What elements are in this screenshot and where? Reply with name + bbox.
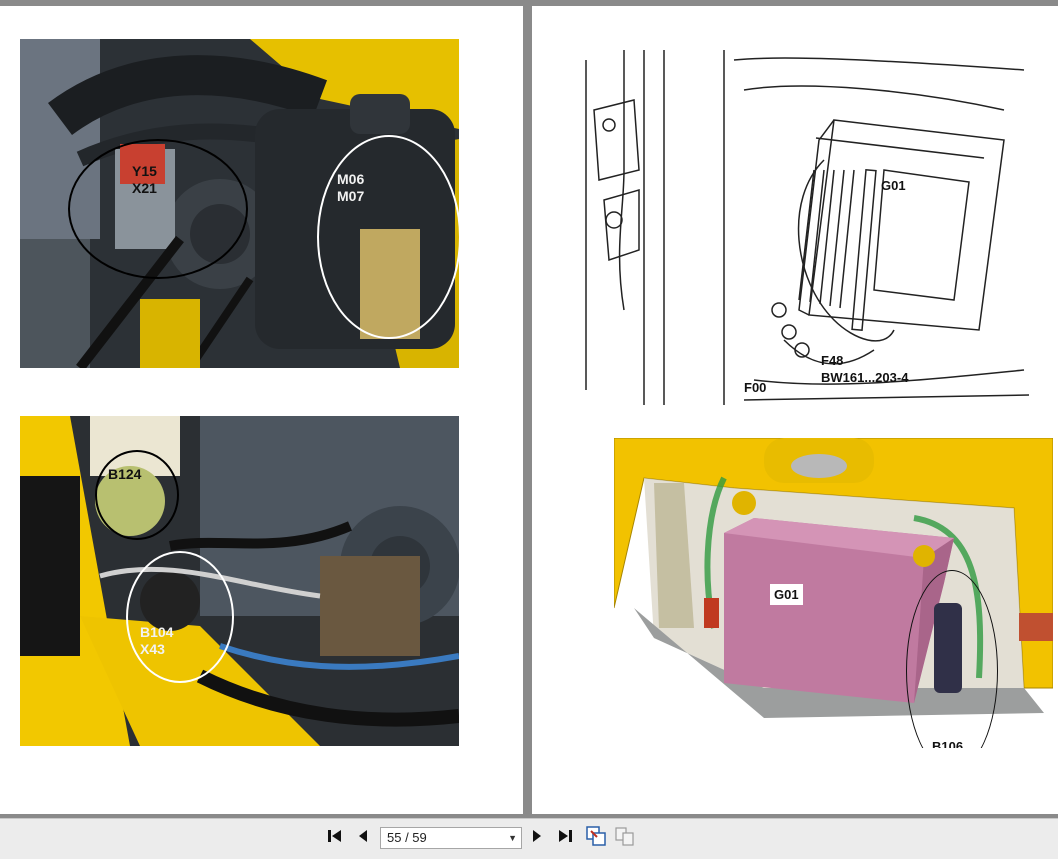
- first-page-button[interactable]: [324, 827, 346, 849]
- callout-label-b124: B124: [108, 466, 142, 482]
- callout-label-y15-x21: Y15 X21: [132, 163, 157, 196]
- left-document-page: Y15 X21 M06 M07 B124 B104 X43: [0, 6, 523, 814]
- drawing-label-f00: F00: [744, 380, 767, 395]
- battery-line-drawing: G01 F48 BW161...203-4 F00: [584, 50, 1029, 405]
- next-page-icon: [531, 829, 543, 848]
- drawing-label-g01: G01: [881, 178, 906, 193]
- fit-page-button[interactable]: [585, 825, 607, 852]
- page-indicator: 55 / 59: [387, 830, 427, 845]
- engine-photo-bottom: B124 B104 X43: [20, 416, 459, 746]
- engine-photo-top: Y15 X21 M06 M07: [20, 39, 459, 368]
- next-page-button[interactable]: [526, 827, 548, 849]
- two-page-icon: [614, 825, 636, 852]
- previous-page-icon: [357, 829, 369, 848]
- page-number-select[interactable]: 55 / 59 ▼: [380, 827, 522, 849]
- chevron-down-icon: ▼: [508, 833, 517, 843]
- fit-page-icon: [585, 825, 607, 852]
- battery-3d-render: G01 B106: [614, 438, 1053, 748]
- last-page-icon: [557, 829, 573, 848]
- callout-ring-m06: [317, 135, 459, 339]
- callout-label-b104-x43: B104 X43: [140, 624, 174, 657]
- render-label-b106: B106: [932, 739, 964, 748]
- render-label-g01: G01: [770, 584, 803, 605]
- callout-ring-b124: [95, 450, 179, 540]
- drawing-label-f48-bw161: F48 BW161...203-4: [821, 353, 909, 385]
- viewer-toolbar: 55 / 59 ▼: [0, 818, 1058, 859]
- last-page-button[interactable]: [554, 827, 576, 849]
- previous-page-button[interactable]: [352, 827, 374, 849]
- callout-label-m06-m07: M06 M07: [337, 171, 365, 204]
- right-document-page: G01 F48 BW161...203-4 F00 G01 B106: [532, 6, 1058, 814]
- first-page-icon: [327, 829, 343, 848]
- callout-ring-b104: [126, 551, 234, 683]
- two-page-button[interactable]: [614, 825, 636, 852]
- callout-ring-y15: [68, 139, 248, 279]
